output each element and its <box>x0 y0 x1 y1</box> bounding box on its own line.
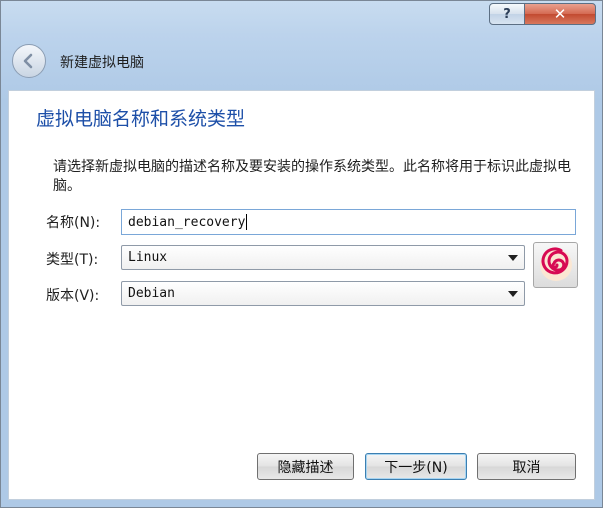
cancel-button[interactable]: 取消 <box>477 453 576 480</box>
help-button[interactable]: ? <box>489 3 525 25</box>
next-button[interactable]: 下一步(N) <box>365 453 467 480</box>
version-label: 版本(V): <box>46 288 100 304</box>
back-button[interactable] <box>12 44 46 78</box>
hide-description-button[interactable]: 隐藏描述 <box>257 453 354 480</box>
page-description: 请选择新虚拟电脑的描述名称及要安装的操作系统类型。此名称将用于标识此虚拟电脑。 <box>53 159 571 194</box>
version-select[interactable]: Debian <box>121 281 525 306</box>
type-label: 类型(T): <box>46 252 99 268</box>
text-caret <box>246 214 248 230</box>
name-input[interactable]: debian_recovery <box>121 209 576 235</box>
version-select-value: Debian <box>128 286 175 301</box>
chevron-down-icon <box>508 254 518 261</box>
back-arrow-icon <box>23 53 33 69</box>
os-type-icon <box>533 242 578 288</box>
wizard-title: 新建虚拟电脑 <box>60 55 144 71</box>
close-button[interactable]: ✕ <box>524 3 596 25</box>
page-heading: 虚拟电脑名称和系统类型 <box>36 108 246 130</box>
chevron-down-icon <box>508 290 518 297</box>
debian-swirl-icon <box>539 247 572 281</box>
type-select-value: Linux <box>128 250 168 265</box>
type-select[interactable]: Linux <box>121 245 525 270</box>
name-input-value: debian_recovery <box>128 214 246 230</box>
name-label: 名称(N): <box>46 215 101 231</box>
